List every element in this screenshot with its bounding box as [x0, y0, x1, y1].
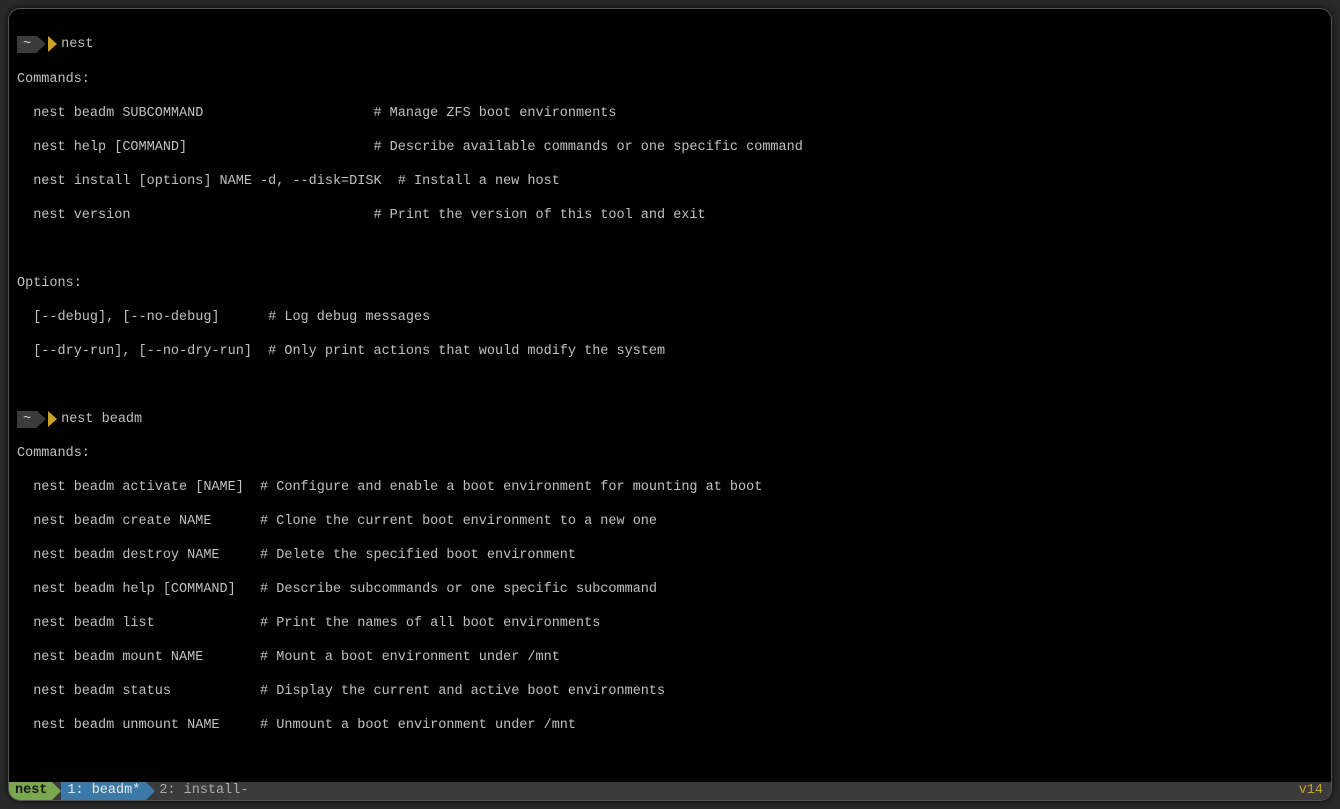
- prompt-dir-arrow: [37, 36, 48, 54]
- command-text: nest: [61, 36, 93, 53]
- help-row: nest beadm status # Display the current …: [17, 683, 1323, 700]
- help-row: nest beadm list # Print the names of all…: [17, 615, 1323, 632]
- blank: [17, 377, 1323, 394]
- help-row: nest beadm mount NAME # Mount a boot env…: [17, 649, 1323, 666]
- commands-header: Commands:: [17, 71, 1323, 88]
- help-row: nest beadm create NAME # Clone the curre…: [17, 513, 1323, 530]
- prompt-chevron-icon: [48, 36, 59, 54]
- help-row: nest beadm SUBCOMMAND # Manage ZFS boot …: [17, 105, 1323, 122]
- help-row: nest install [options] NAME -d, --disk=D…: [17, 173, 1323, 190]
- blank: [17, 751, 1323, 768]
- prompt-dir: ~: [17, 411, 37, 428]
- status-host-arrow-icon: [52, 782, 61, 800]
- prompt-dir-arrow: [37, 411, 48, 429]
- status-tab-1[interactable]: 1: beadm*: [61, 782, 146, 800]
- prompt-dir: ~: [17, 36, 37, 53]
- help-row: nest beadm destroy NAME # Delete the spe…: [17, 547, 1323, 564]
- terminal-output[interactable]: ~ nest Commands: nest beadm SUBCOMMAND # …: [9, 9, 1331, 782]
- terminal-window: ~ nest Commands: nest beadm SUBCOMMAND # …: [8, 8, 1332, 801]
- options-header: Options:: [17, 275, 1323, 292]
- help-row: nest beadm help [COMMAND] # Describe sub…: [17, 581, 1323, 598]
- help-row: nest beadm activate [NAME] # Configure a…: [17, 479, 1323, 496]
- status-tab-2[interactable]: 2: install-: [155, 782, 254, 800]
- prompt-chevron-icon: [48, 411, 59, 429]
- help-row: nest version # Print the version of this…: [17, 207, 1323, 224]
- blank: [17, 241, 1323, 258]
- prompt-2: ~ nest beadm: [17, 411, 1323, 429]
- help-row: [--debug], [--no-debug] # Log debug mess…: [17, 309, 1323, 326]
- prompt-1: ~ nest: [17, 36, 1323, 54]
- help-row: nest beadm unmount NAME # Unmount a boot…: [17, 717, 1323, 734]
- status-right: v14: [1299, 782, 1331, 800]
- help-row: [--dry-run], [--no-dry-run] # Only print…: [17, 343, 1323, 360]
- command-text: nest beadm: [61, 411, 142, 428]
- status-bar: nest 1: beadm* 2: install- v14: [9, 782, 1331, 800]
- help-row: nest help [COMMAND] # Describe available…: [17, 139, 1323, 156]
- status-tab-arrow-icon: [146, 782, 155, 800]
- commands-header: Commands:: [17, 445, 1323, 462]
- status-host[interactable]: nest: [9, 782, 52, 800]
